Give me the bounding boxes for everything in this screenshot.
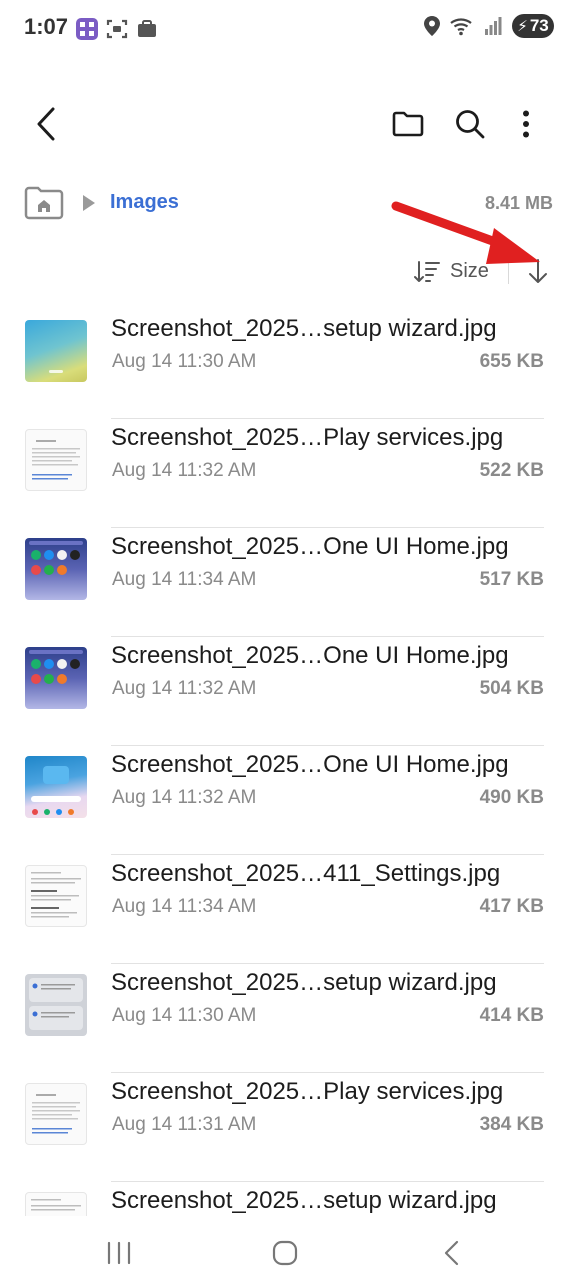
search-icon <box>456 110 485 139</box>
file-list-item[interactable]: Screenshot_2025…Play services.jpg Aug 14 … <box>0 419 576 528</box>
file-size: 490 KB <box>479 787 544 808</box>
file-date: Aug 14 11:34 AM <box>112 896 257 917</box>
file-name: Screenshot_2025…Play services.jpg <box>111 424 504 451</box>
more-options-button[interactable] <box>504 102 548 146</box>
back-nav-icon <box>444 1240 459 1266</box>
file-list-item[interactable]: Screenshot_2025…One UI Home.jpg Aug 14 11… <box>0 637 576 746</box>
navigation-bar <box>0 1216 576 1288</box>
file-size: 504 KB <box>479 678 544 699</box>
file-size: 522 KB <box>479 460 544 481</box>
file-date: Aug 14 11:31 AM <box>112 1114 257 1135</box>
file-size: 384 KB <box>479 1114 544 1135</box>
file-list-item[interactable]: Screenshot_2025…setup wizard.jpg <box>0 1182 576 1216</box>
file-date: Aug 14 11:30 AM <box>112 351 257 372</box>
breadcrumb-separator-icon <box>83 195 95 211</box>
wifi-icon <box>450 18 472 36</box>
file-name: Screenshot_2025…One UI Home.jpg <box>111 751 509 778</box>
file-thumbnail <box>25 1192 87 1216</box>
file-name: Screenshot_2025…setup wizard.jpg <box>111 969 497 996</box>
screenshot-icon <box>106 19 128 39</box>
status-notification-icons <box>76 18 158 40</box>
file-date: Aug 14 11:30 AM <box>112 1005 257 1026</box>
charging-icon: ⚡ <box>517 18 528 35</box>
file-thumbnail <box>25 756 87 818</box>
file-date: Aug 14 11:34 AM <box>112 569 257 590</box>
file-name: Screenshot_2025…One UI Home.jpg <box>111 533 509 560</box>
back-nav-button[interactable] <box>428 1234 474 1272</box>
file-size: 655 KB <box>479 351 544 372</box>
briefcase-icon <box>138 20 156 37</box>
file-list-item[interactable]: Screenshot_2025…One UI Home.jpg Aug 14 11… <box>0 528 576 637</box>
file-list-item[interactable]: Screenshot_2025…Play services.jpg Aug 14 … <box>0 1073 576 1182</box>
signal-icon <box>485 17 502 35</box>
file-thumbnail <box>25 320 87 382</box>
search-button[interactable] <box>448 102 492 146</box>
file-name: Screenshot_2025…setup wizard.jpg <box>111 315 497 342</box>
status-system-icons: ⚡ 73 <box>424 14 554 38</box>
file-list-item[interactable]: Screenshot_2025…setup wizard.jpg Aug 14 1… <box>0 964 576 1073</box>
file-list-item[interactable]: Screenshot_2025…One UI Home.jpg Aug 14 11… <box>0 746 576 855</box>
recents-icon <box>107 1241 131 1265</box>
breadcrumb-current[interactable]: Images <box>110 191 179 214</box>
file-thumbnail <box>25 974 87 1036</box>
back-arrow-icon <box>37 107 55 141</box>
battery-indicator: ⚡ 73 <box>512 14 554 38</box>
file-name: Screenshot_2025…411_Settings.jpg <box>111 860 501 887</box>
file-list: Screenshot_2025…setup wizard.jpg Aug 14 1… <box>0 310 576 1216</box>
status-time: 1:07 <box>24 14 69 39</box>
battery-level: 73 <box>529 16 549 35</box>
file-list-item[interactable]: Screenshot_2025…setup wizard.jpg Aug 14 1… <box>0 310 576 419</box>
file-thumbnail <box>25 647 87 709</box>
file-thumbnail <box>25 1083 87 1145</box>
file-thumbnail <box>25 429 87 491</box>
back-button[interactable] <box>24 102 68 146</box>
annotation-arrow-icon <box>391 201 540 264</box>
folder-button[interactable] <box>386 102 430 146</box>
file-date: Aug 14 11:32 AM <box>112 460 257 481</box>
location-icon <box>424 16 440 36</box>
file-name: Screenshot_2025…Play services.jpg <box>111 1078 504 1105</box>
file-list-item[interactable]: Screenshot_2025…411_Settings.jpg Aug 14 1… <box>0 855 576 964</box>
home-icon <box>272 1240 298 1266</box>
file-size: 417 KB <box>479 896 544 917</box>
home-folder-icon <box>24 186 64 220</box>
app-grid-icon <box>76 18 98 40</box>
home-button[interactable] <box>262 1234 308 1272</box>
file-size: 414 KB <box>479 1005 544 1026</box>
recents-button[interactable] <box>96 1234 142 1272</box>
file-date: Aug 14 11:32 AM <box>112 787 257 808</box>
file-name: Screenshot_2025…setup wizard.jpg <box>111 1187 497 1214</box>
file-date: Aug 14 11:32 AM <box>112 678 257 699</box>
file-thumbnail <box>25 538 87 600</box>
folder-icon <box>392 111 424 137</box>
more-vert-icon <box>523 110 529 138</box>
file-thumbnail <box>25 865 87 927</box>
file-name: Screenshot_2025…One UI Home.jpg <box>111 642 509 669</box>
file-size: 517 KB <box>479 569 544 590</box>
breadcrumb-home[interactable] <box>24 186 64 220</box>
